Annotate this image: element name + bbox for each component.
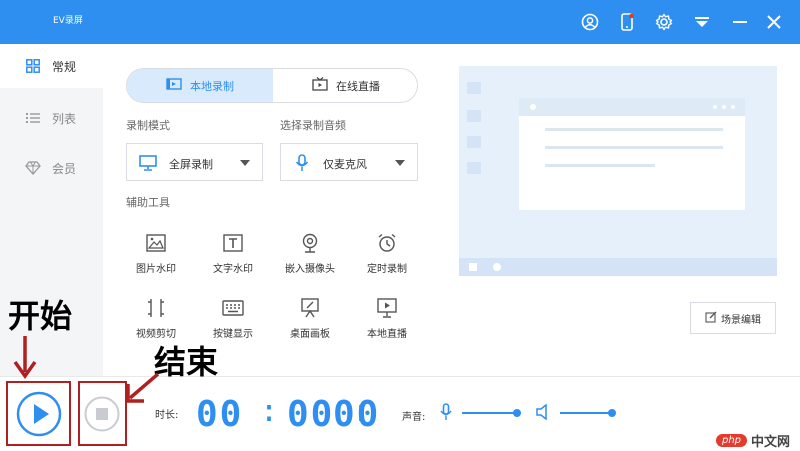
play-icon (16, 391, 62, 437)
presentation-icon (376, 297, 398, 319)
volume-label: 声音: (402, 412, 426, 423)
tool-label: 图片水印 (136, 264, 176, 275)
timer-minutes: 00 (287, 394, 335, 435)
app-title: EV录屏 (53, 16, 83, 26)
user-icon[interactable] (580, 12, 600, 32)
live-tv-icon (312, 77, 328, 94)
stop-button[interactable] (84, 396, 120, 432)
microphone-icon[interactable] (440, 403, 452, 425)
monitor-icon (139, 154, 157, 172)
cut-icon (145, 297, 167, 319)
tool-webcam[interactable]: 嵌入摄像头 (272, 232, 348, 278)
record-mode-select[interactable]: 全屏录制 (126, 143, 263, 181)
audio-select[interactable]: 仅麦克风 (280, 143, 418, 181)
mic-volume-knob[interactable] (513, 409, 521, 417)
watermark-logo: php (716, 434, 748, 447)
start-button[interactable] (16, 391, 62, 437)
mobile-icon[interactable] (617, 12, 637, 32)
tab-label: 本地录制 (190, 79, 234, 93)
tab-live-stream[interactable]: 在线直播 (273, 69, 417, 102)
text-icon (222, 232, 244, 254)
webcam-icon (299, 232, 321, 254)
stop-annotation: 结束 (154, 343, 219, 381)
timer-colon: : (260, 394, 279, 429)
mic-volume-slider[interactable] (462, 412, 518, 414)
title-bar: EV录屏 (0, 0, 800, 44)
dropdown-icon[interactable] (692, 12, 712, 32)
speaker-icon[interactable] (536, 403, 550, 424)
audio-label: 选择录制音频 (280, 119, 346, 132)
tool-label: 文字水印 (213, 264, 253, 275)
tool-label: 嵌入摄像头 (285, 264, 335, 275)
tool-text-watermark[interactable]: 文字水印 (195, 232, 271, 278)
record-mode-label: 录制模式 (126, 119, 170, 132)
tool-label: 桌面画板 (290, 329, 330, 340)
scene-edit-button[interactable]: 场景编辑 (690, 302, 776, 334)
site-watermark: php 中文网 (716, 430, 800, 451)
timer-hours: 00 (196, 394, 244, 435)
speaker-volume-slider[interactable] (560, 412, 612, 414)
local-record-icon (166, 78, 182, 93)
screen-preview (459, 66, 777, 276)
tool-desktop-board[interactable]: 桌面画板 (272, 297, 348, 343)
timer-seconds: 00 (333, 394, 381, 435)
chevron-down-icon (240, 160, 250, 166)
microphone-icon (293, 154, 311, 172)
chevron-down-icon (395, 160, 405, 166)
sidebar-item-list[interactable]: 列表 (0, 96, 103, 140)
sidebar-item-label: 常规 (52, 59, 77, 74)
tool-local-live[interactable]: 本地直播 (349, 297, 425, 343)
audio-value: 仅麦克风 (323, 158, 367, 171)
stop-arrow-icon (126, 372, 160, 403)
sidebar-item-member[interactable]: 会员 (0, 146, 103, 190)
easel-icon (299, 297, 321, 319)
diamond-icon (25, 160, 41, 176)
sidebar-item-general[interactable]: 常规 (0, 44, 103, 88)
grid-icon (25, 58, 41, 74)
start-arrow-icon (13, 336, 37, 380)
edit-icon (705, 311, 717, 326)
desktop-preview-illustration (459, 82, 777, 276)
duration-label: 时长: (155, 410, 179, 421)
tab-label: 在线直播 (336, 79, 380, 93)
record-mode-value: 全屏录制 (169, 158, 213, 171)
start-annotation: 开始 (8, 297, 73, 335)
tool-image-watermark[interactable]: 图片水印 (118, 232, 194, 278)
image-icon (145, 232, 167, 254)
settings-icon[interactable] (654, 12, 674, 32)
alarm-icon (376, 232, 398, 254)
tab-local-record[interactable]: 本地录制 (127, 69, 273, 102)
minimize-icon[interactable] (730, 12, 750, 32)
sidebar-item-label: 会员 (52, 161, 77, 176)
keyboard-icon (222, 297, 244, 319)
watermark-text: 中文网 (751, 435, 791, 450)
sidebar-item-label: 列表 (52, 111, 77, 126)
close-icon[interactable] (764, 12, 784, 32)
tool-timer-record[interactable]: 定时录制 (349, 232, 425, 278)
scene-edit-label: 场景编辑 (721, 314, 761, 326)
tool-label: 本地直播 (367, 329, 407, 340)
tool-label: 定时录制 (367, 264, 407, 275)
stop-icon (84, 396, 120, 432)
mode-tabs: 本地录制 在线直播 (126, 68, 418, 103)
list-icon (25, 110, 41, 126)
tools-label: 辅助工具 (126, 196, 170, 209)
speaker-volume-knob[interactable] (608, 409, 616, 417)
